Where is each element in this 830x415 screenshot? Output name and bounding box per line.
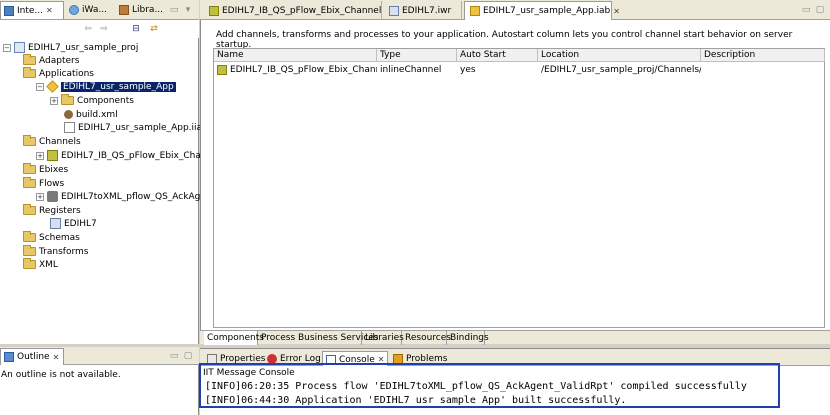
column-header-description[interactable]: Description	[701, 49, 825, 62]
tab-library[interactable]: Libra...	[116, 1, 164, 19]
left-tab-bar: Inte... ✕ iWa... Libra... ▭ ▾	[0, 0, 199, 20]
tree-item-register[interactable]: EDIHL7	[50, 217, 97, 230]
folder-icon	[23, 245, 36, 256]
folder-open-icon	[23, 135, 36, 146]
tab-process-business-services[interactable]: Process Business Services	[258, 331, 379, 345]
close-icon[interactable]: ✕	[46, 6, 53, 15]
folder-open-icon	[23, 67, 36, 78]
tab-integration-explorer[interactable]: Inte... ✕	[0, 1, 64, 19]
collapse-toggle-icon[interactable]: −	[36, 82, 44, 91]
minimize-icon[interactable]: ▭	[168, 350, 180, 362]
tree-item-components[interactable]: + Components	[50, 94, 134, 107]
tab-outline[interactable]: Outline ✕	[0, 348, 64, 365]
tree-item-transforms[interactable]: Transforms	[23, 245, 88, 258]
tab-libraries[interactable]: Libraries	[362, 331, 404, 345]
explorer-toolbar: ⇦ ⇨ ⊟ ⇄	[0, 20, 199, 38]
register-icon	[50, 218, 61, 229]
close-icon[interactable]: ✕	[53, 353, 60, 362]
channel-icon	[217, 65, 227, 75]
maximize-icon[interactable]: ▢	[182, 350, 194, 362]
table-row-auto-start-cell[interactable]: yes	[457, 63, 538, 77]
tab-bindings[interactable]: Bindings	[447, 331, 489, 345]
table-row-name-cell[interactable]: EDIHL7_IB_QS_pFlow_Ebix_Channel	[214, 63, 377, 77]
application-icon	[470, 6, 480, 16]
expand-toggle-icon[interactable]: +	[50, 96, 58, 105]
link-editor-icon[interactable]: ⇄	[148, 23, 160, 35]
folder-icon	[23, 258, 36, 269]
integration-icon	[4, 5, 14, 16]
tab-resources[interactable]: Resources	[402, 331, 451, 345]
tab-iway[interactable]: iWa...	[66, 1, 114, 19]
forward-arrow-icon[interactable]: ⇨	[98, 23, 110, 35]
editor-tab-application[interactable]: EDIHL7_usr_sample_App.iab ✕	[464, 1, 620, 20]
components-table: Name Type Auto Start Location Descriptio…	[213, 48, 825, 328]
tree-item-iia-file[interactable]: EDIHL7_usr_sample_App.iia	[64, 121, 202, 134]
folder-open-icon	[23, 204, 36, 215]
tree-item-adapters[interactable]: Adapters	[23, 54, 79, 67]
outline-icon	[4, 352, 14, 362]
column-header-auto-start[interactable]: Auto Start	[457, 49, 538, 62]
tree-item-flow[interactable]: + EDIHL7toXML_pflow_QS_AckAgent	[36, 190, 215, 203]
application-icon	[46, 80, 59, 93]
collapse-all-icon[interactable]: ⊟	[130, 23, 142, 35]
column-header-type[interactable]: Type	[377, 49, 457, 62]
table-row-location-cell[interactable]: /EDIHL7_usr_sample_proj/Channels/...	[538, 63, 701, 77]
folder-open-icon	[23, 177, 36, 188]
highlight-box	[199, 363, 780, 408]
maximize-icon[interactable]: ▢	[814, 4, 826, 16]
project-icon	[14, 42, 25, 53]
editor-tab-channel[interactable]: EDIHL7_IB_QS_pFlow_Ebix_Channel	[204, 1, 382, 20]
ant-build-icon	[64, 110, 73, 119]
editor-tab-bar: EDIHL7_IB_QS_pFlow_Ebix_Channel EDIHL7.i…	[200, 0, 830, 20]
tree-project[interactable]: − EDIHL7_usr_sample_proj	[3, 41, 138, 54]
tree-item-schemas[interactable]: Schemas	[23, 231, 80, 244]
file-icon	[64, 122, 75, 133]
column-header-location[interactable]: Location	[538, 49, 701, 62]
folder-icon	[23, 231, 36, 242]
table-row-type-cell[interactable]: inlineChannel	[377, 63, 457, 77]
view-menu-icon[interactable]: ▾	[182, 4, 194, 16]
folder-icon	[23, 54, 36, 65]
tree-item-flows[interactable]: Flows	[23, 177, 64, 190]
library-icon	[119, 5, 129, 15]
tree-item-xml[interactable]: XML	[23, 258, 58, 271]
outline-message: An outline is not available.	[1, 370, 121, 380]
editor-tab-register[interactable]: EDIHL7.iwr	[384, 1, 462, 20]
tree-item-applications[interactable]: Applications	[23, 67, 94, 80]
register-icon	[389, 5, 399, 16]
channel-icon	[47, 150, 58, 161]
minimize-icon[interactable]: ▭	[800, 4, 812, 16]
collapse-toggle-icon[interactable]: −	[3, 43, 11, 52]
expand-toggle-icon[interactable]: +	[36, 151, 44, 160]
tree-item-channels[interactable]: Channels	[23, 135, 81, 148]
editor-description: Add channels, transforms and processes t…	[216, 30, 793, 50]
folder-icon	[23, 163, 36, 174]
folder-icon	[61, 94, 74, 105]
editor-page-tabs: Components Process Business Services Lib…	[200, 330, 830, 345]
process-flow-icon	[47, 191, 58, 202]
table-row-description-cell[interactable]	[701, 63, 825, 77]
back-arrow-icon[interactable]: ⇦	[82, 23, 94, 35]
tree-item-build-xml[interactable]: build.xml	[64, 108, 118, 121]
close-icon[interactable]: ✕	[613, 7, 620, 16]
column-header-name[interactable]: Name	[214, 49, 377, 62]
tree-item-registers[interactable]: Registers	[23, 204, 81, 217]
channel-icon	[209, 5, 219, 16]
minimize-icon[interactable]: ▭	[168, 4, 180, 16]
expand-toggle-icon[interactable]: +	[36, 192, 44, 201]
tree-item-ebixes[interactable]: Ebixes	[23, 163, 68, 176]
iway-icon	[69, 5, 79, 15]
outline-tab-bar: Outline ✕ ▭ ▢	[0, 347, 199, 365]
tree-item-channel[interactable]: + EDIHL7_IB_QS_pFlow_Ebix_Chann	[36, 149, 212, 162]
tab-components[interactable]: Components	[204, 331, 264, 345]
tree-item-app-selected[interactable]: − EDIHL7_usr_sample_App	[36, 80, 176, 93]
